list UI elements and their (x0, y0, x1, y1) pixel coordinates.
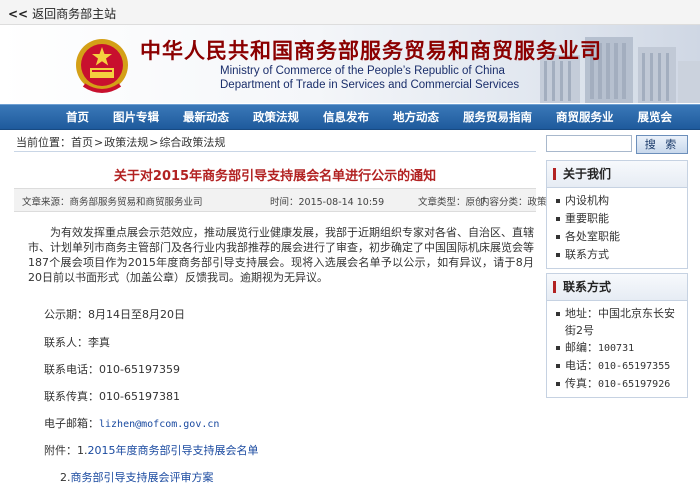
main-nav: 首页 图片专辑 最新动态 政策法规 信息发布 地方动态 服务贸易指南 商贸服务业… (0, 104, 700, 130)
fax-value: 010-65197926 (598, 379, 671, 390)
site-banner: 中华人民共和国商务部服务贸易和商贸服务业司 Ministry of Commer… (0, 25, 700, 103)
search-input[interactable] (546, 135, 632, 152)
about-us-title: 关于我们 (563, 167, 612, 181)
postcode-value: 100731 (598, 343, 635, 354)
attachment-link-1[interactable]: 2015年度商务部引导支持展会名单 (88, 444, 259, 457)
sidebar-item-functions[interactable]: 重要职能 (547, 210, 687, 228)
email-link[interactable]: lizhen@mofcom.gov.cn (99, 419, 219, 430)
article-body-paragraph: 为有效发挥重点展会示范效应，推动展览行业健康发展，我部于近期组织专家对各省、自治… (28, 226, 534, 284)
breadcrumb: 当前位置：首页>政策法规>综合政策法规 (16, 134, 225, 150)
breadcrumb-general-policies[interactable]: 综合政策法规 (159, 136, 225, 149)
phone-value: 010-65197355 (598, 361, 671, 372)
back-to-main-site-link[interactable]: << 返回商务部主站 (8, 5, 116, 22)
nav-item-exhibitions[interactable]: 展览会 (626, 109, 685, 125)
article-meta-bar: 文章来源：商务部服务贸易和商贸服务业司 时间：2015-08-14 10:59 … (14, 188, 547, 212)
contact-fax: 联系传真：010-65197381 (44, 390, 180, 403)
sidebar-item-departments[interactable]: 内设机构 (547, 192, 687, 210)
contact-email-row: 电子邮箱：lizhen@mofcom.gov.cn (44, 415, 219, 431)
article-title: 关于对2015年商务部引导支持展会名单进行公示的通知 (113, 169, 437, 184)
contact-title: 联系方式 (563, 280, 612, 294)
nav-item-home[interactable]: 首页 (54, 109, 101, 125)
breadcrumb-home[interactable]: 首页 (71, 136, 93, 149)
fax-label: 传真： (565, 377, 598, 390)
sidebar-item-contact[interactable]: 联系方式 (547, 246, 687, 264)
breadcrumb-prefix: 当前位置： (16, 136, 71, 149)
article-source: 文章来源：商务部服务贸易和商贸服务业司 (22, 197, 203, 208)
nav-item-announcements[interactable]: 信息发布 (311, 109, 381, 125)
site-title-en-line1: Ministry of Commerce of the People’s Rep… (220, 65, 505, 77)
breadcrumb-sep: > (94, 136, 104, 149)
attachments-label: 附件：1. (44, 444, 88, 457)
article-category: 内容分类：政策 (480, 197, 547, 208)
contact-box: 联系方式 地址：中国北京东长安街2号 邮编：100731 电话：010-6519… (546, 273, 688, 398)
postcode-label: 邮编： (565, 341, 598, 354)
contact-postcode: 邮编：100731 (547, 339, 687, 357)
breadcrumb-sep: > (149, 136, 159, 149)
contact-fax-side: 传真：010-65197926 (547, 375, 687, 393)
nav-item-local-news[interactable]: 地方动态 (381, 109, 451, 125)
breadcrumb-divider (14, 151, 536, 152)
national-emblem-icon (76, 39, 128, 93)
about-us-header: 关于我们 (547, 161, 687, 188)
breadcrumb-policies[interactable]: 政策法规 (104, 136, 148, 149)
header-marker-icon (553, 167, 556, 180)
contact-phone-side: 电话：010-65197355 (547, 357, 687, 375)
nav-item-trade-guide[interactable]: 服务贸易指南 (451, 109, 544, 125)
attachment-2-prefix: 2. (60, 471, 71, 484)
double-chevron-left-icon: << (8, 7, 29, 21)
attachments-row: 附件：1.2015年度商务部引导支持展会名单 (44, 442, 259, 458)
site-title-en-line2: Department of Trade in Services and Comm… (220, 79, 520, 91)
article-type: 文章类型：原创 (418, 197, 485, 208)
search-button[interactable]: 搜 索 (636, 135, 688, 154)
contact-phone: 联系电话：010-65197359 (44, 363, 180, 376)
attachment-link-2[interactable]: 商务部引导支持展会评审方案 (71, 471, 214, 484)
nav-item-photo-albums[interactable]: 图片专辑 (101, 109, 171, 125)
phone-label: 电话： (565, 359, 598, 372)
article-time: 时间：2015-08-14 10:59 (270, 197, 385, 208)
site-title-cn: 中华人民共和国商务部服务贸易和商贸服务业司 (140, 38, 602, 63)
publicity-period: 公示期：8月14日至8月20日 (44, 308, 185, 321)
header-marker-icon (553, 280, 556, 293)
contact-header: 联系方式 (547, 274, 687, 301)
back-label: 返回商务部主站 (32, 7, 117, 21)
top-bar: << 返回商务部主站 (0, 0, 700, 25)
nav-item-commercial-services[interactable]: 商贸服务业 (544, 109, 626, 125)
email-label: 电子邮箱： (44, 417, 99, 430)
about-us-box: 关于我们 内设机构 重要职能 各处室职能 联系方式 (546, 160, 688, 269)
contact-address: 地址：中国北京东长安街2号 (547, 305, 687, 339)
contact-person: 联系人：李真 (44, 336, 110, 349)
attachment-row-2: 2.商务部引导支持展会评审方案 (60, 469, 214, 485)
sidebar-item-division-functions[interactable]: 各处室职能 (547, 228, 687, 246)
nav-item-policies[interactable]: 政策法规 (241, 109, 311, 125)
nav-item-latest-news[interactable]: 最新动态 (171, 109, 241, 125)
